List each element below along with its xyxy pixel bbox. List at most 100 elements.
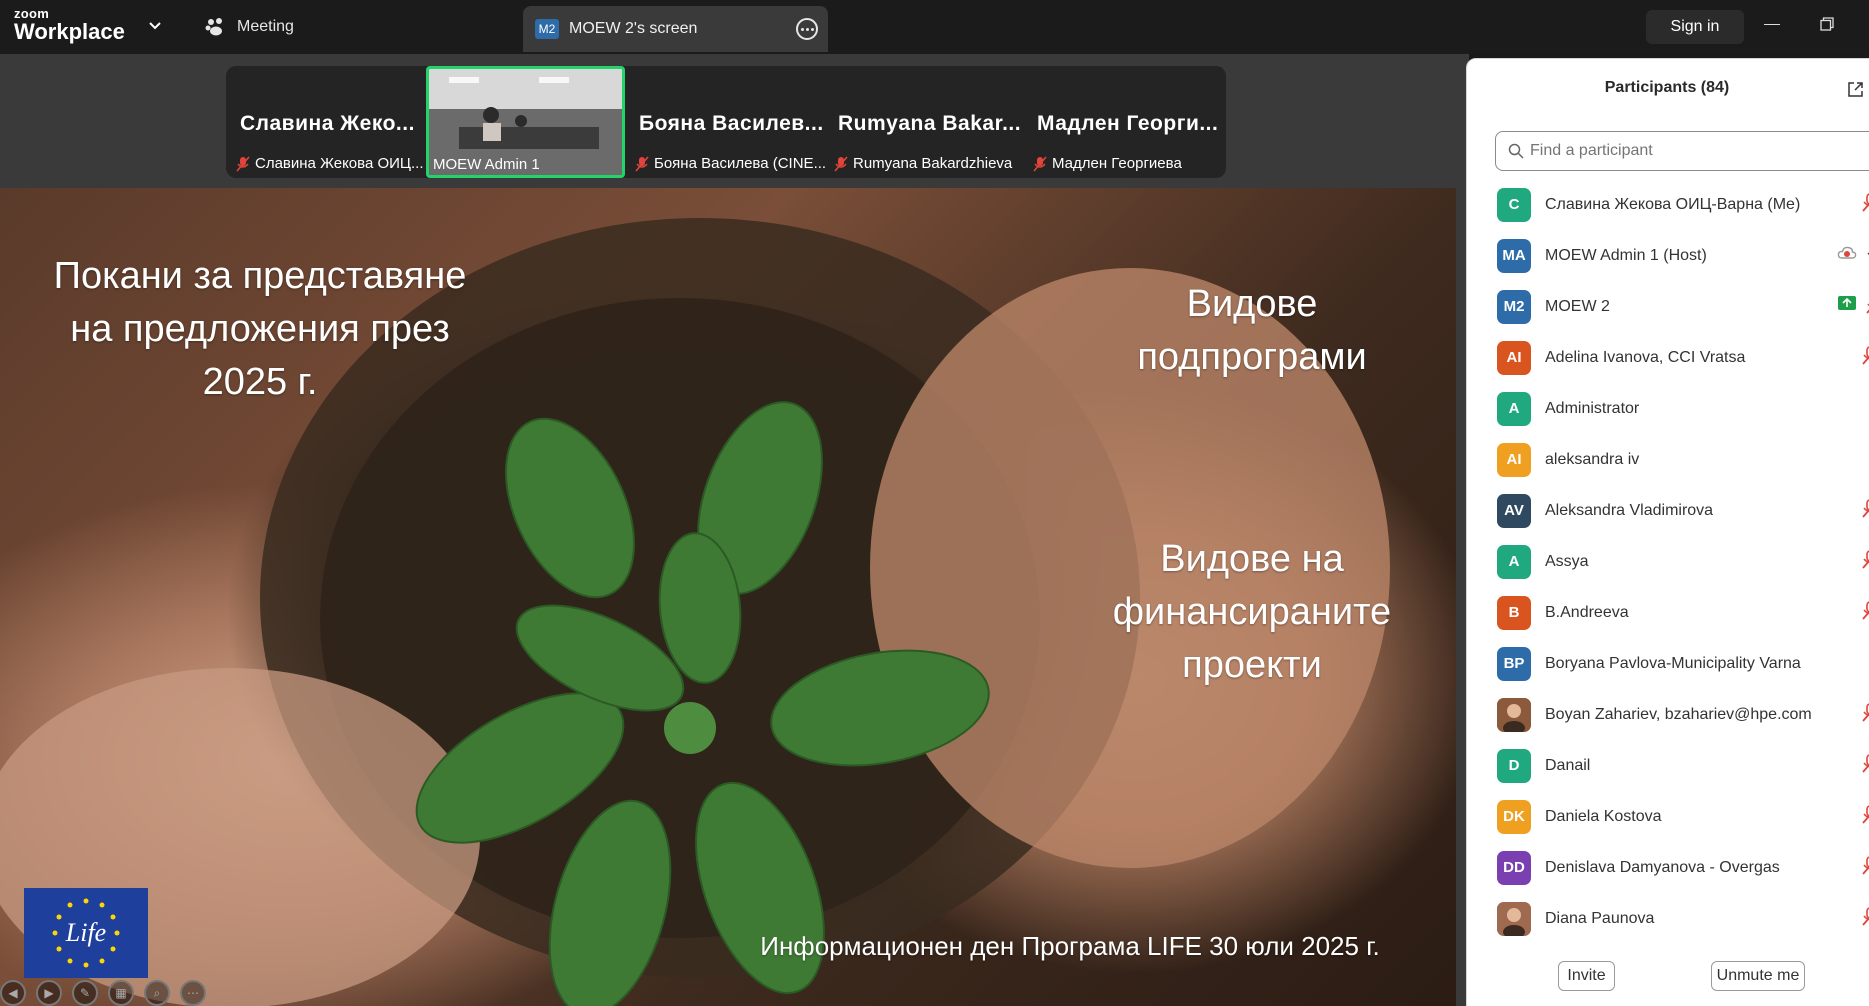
invite-button[interactable]: Invite	[1558, 961, 1615, 991]
unmute-me-button[interactable]: Unmute me	[1711, 961, 1805, 991]
participant-status-icons	[1757, 804, 1869, 830]
tile-label: MOEW Admin 1	[433, 156, 540, 173]
next-slide-icon[interactable]: ▶	[36, 980, 62, 1006]
participant-row[interactable]: M2 MOEW 2	[1467, 281, 1869, 332]
mic-off-icon[interactable]	[1861, 753, 1869, 779]
mic-off-icon[interactable]	[1865, 295, 1869, 320]
shared-screen-tab[interactable]: M2 MOEW 2's screen	[523, 6, 828, 52]
participant-name: Adelina Ivanova, CCI Vratsa	[1545, 348, 1746, 366]
pen-icon[interactable]: ✎	[72, 980, 98, 1006]
sign-in-button[interactable]: Sign in	[1646, 10, 1744, 44]
share-screen-icon[interactable]	[1837, 295, 1857, 316]
slides-grid-icon[interactable]: ▦	[108, 980, 134, 1006]
participants-title: Participants (84)	[1604, 79, 1730, 96]
active-speaker-tile[interactable]: MOEW Admin 1	[426, 66, 625, 178]
prev-slide-icon[interactable]: ◀	[0, 980, 26, 1006]
participant-status-icons	[1757, 549, 1869, 575]
find-participant-box[interactable]	[1495, 131, 1869, 171]
participant-row[interactable]: A Assya	[1467, 536, 1869, 587]
participant-name: Denislava Damyanova - Overgas	[1545, 858, 1780, 876]
participant-row[interactable]: A Administrator	[1467, 383, 1869, 434]
popout-icon[interactable]	[1847, 81, 1864, 98]
participant-row[interactable]: DD Denislava Damyanova - Overgas	[1467, 842, 1869, 893]
zoom-workplace-logo[interactable]: zoom Workplace	[14, 7, 125, 43]
tile-label-text: MOEW Admin 1	[433, 156, 540, 173]
participant-status-icons	[1757, 244, 1869, 268]
participant-row[interactable]: AV Aleksandra Vladimirova	[1467, 485, 1869, 536]
participant-row[interactable]: AI aleksandra iv	[1467, 434, 1869, 485]
participant-row[interactable]: MA MOEW Admin 1 (Host)	[1467, 230, 1869, 281]
participant-name: aleksandra iv	[1545, 450, 1640, 468]
find-participant-input[interactable]	[1530, 142, 1830, 160]
participant-row[interactable]: B B.Andreeva	[1467, 587, 1869, 638]
mic-off-icon	[635, 155, 649, 172]
avatar	[1497, 697, 1531, 732]
avatar: A	[1497, 544, 1531, 579]
eu-life-logo: Life	[24, 888, 148, 978]
shared-slide: Покани за представяне на предложения пре…	[0, 188, 1456, 1006]
slide-title-calls: Покани за представяне на предложения пре…	[53, 255, 467, 404]
mic-off-icon[interactable]	[1861, 702, 1869, 728]
participant-row[interactable]: BP Boryana Pavlova-Municipality Varna	[1467, 638, 1869, 689]
avatar: A	[1497, 391, 1531, 426]
brand-big-text: Workplace	[14, 19, 125, 44]
tile-label-text: Славина Жекова ОИЦ...	[255, 155, 424, 172]
mic-icon[interactable]	[1865, 244, 1869, 269]
restore-window-icon[interactable]	[1820, 17, 1834, 31]
cloud-recording-icon[interactable]	[1837, 244, 1857, 267]
more-icon[interactable]: ⋯	[180, 980, 206, 1006]
tile-display-name: Мадлен Георги...	[1037, 112, 1219, 135]
tile-label: Rumyana Bakardzhieva	[834, 155, 1012, 172]
participant-row[interactable]: AI Adelina Ivanova, CCI Vratsa	[1467, 332, 1869, 383]
participant-row[interactable]: D Danail	[1467, 740, 1869, 791]
slide-controls: ◀ ▶ ✎ ▦ ⌕ ⋯	[0, 980, 216, 1006]
search-icon	[1508, 143, 1524, 159]
tile-label-text: Мадлен Георгиева	[1052, 155, 1182, 172]
avatar: BP	[1497, 646, 1531, 681]
mic-off-icon[interactable]	[1861, 498, 1869, 524]
participant-row[interactable]: C Славина Жекова ОИЦ-Варна (Me)	[1467, 179, 1869, 230]
minimize-icon[interactable]	[1764, 24, 1780, 25]
zoom-window: zoom Workplace Meeting M2 MOEW 2's scree…	[0, 0, 1869, 1006]
tile-display-name: Бояна Василев...	[639, 112, 824, 135]
mic-off-icon[interactable]	[1861, 600, 1869, 626]
tile-label: Мадлен Георгиева	[1033, 155, 1182, 172]
participants-panel: Participants (84) CСлавина Жекова ОИЦ-Ва…	[1466, 58, 1869, 1006]
screen-tab-label: MOEW 2's screen	[569, 20, 698, 37]
participant-status-icons	[1757, 397, 1869, 421]
video-tile[interactable]: Мадлен Георги... Мадлен Георгиева	[1027, 66, 1226, 178]
more-options-icon[interactable]	[796, 18, 818, 40]
mic-off-icon[interactable]	[1861, 906, 1869, 932]
mic-off-icon[interactable]	[1861, 345, 1869, 371]
tile-label-text: Бояна Василева (CINE...	[654, 155, 827, 172]
participant-status-icons	[1757, 295, 1869, 319]
avatar: DD	[1497, 850, 1531, 885]
avatar: M2	[1497, 289, 1531, 324]
mic-off-icon[interactable]	[1861, 549, 1869, 575]
meeting-tab[interactable]: Meeting	[205, 12, 294, 42]
participant-row[interactable]: Boyan Zahariev, bzahariev@hpe.com	[1467, 689, 1869, 740]
title-bar: zoom Workplace Meeting M2 MOEW 2's scree…	[0, 0, 1869, 54]
participant-status-icons	[1757, 192, 1869, 218]
chevron-down-icon[interactable]	[145, 16, 165, 36]
avatar: C	[1497, 187, 1531, 222]
participant-status-icons	[1757, 498, 1869, 524]
avatar: D	[1497, 748, 1531, 783]
video-tile[interactable]: Славина Жеко... Славина Жекова ОИЦ...	[230, 66, 429, 178]
participant-row[interactable]: Diana Paunova	[1467, 893, 1869, 944]
mic-off-icon	[834, 155, 848, 172]
video-tile[interactable]: Бояна Василев... Бояна Василева (CINE...	[629, 66, 828, 178]
mic-off-icon[interactable]	[1861, 192, 1869, 218]
meeting-paw-icon	[205, 18, 222, 36]
participant-name: MOEW 2	[1545, 297, 1610, 315]
participant-row[interactable]: DK Daniela Kostova	[1467, 791, 1869, 842]
participant-name: Diana Paunova	[1545, 909, 1655, 927]
participant-name: Aleksandra Vladimirova	[1545, 501, 1714, 519]
mic-off-icon[interactable]	[1861, 804, 1869, 830]
mic-off-icon[interactable]	[1861, 855, 1869, 881]
mic-off-icon	[1033, 155, 1047, 172]
slide-project-types: Видове на финансираните проекти	[1112, 538, 1392, 687]
participant-list: C Славина Жекова ОИЦ-Варна (Me) MA MOEW Adm…	[1467, 179, 1869, 944]
video-tile[interactable]: Rumyana Bakar... Rumyana Bakardzhieva	[828, 66, 1027, 178]
zoom-icon[interactable]: ⌕	[144, 980, 170, 1006]
